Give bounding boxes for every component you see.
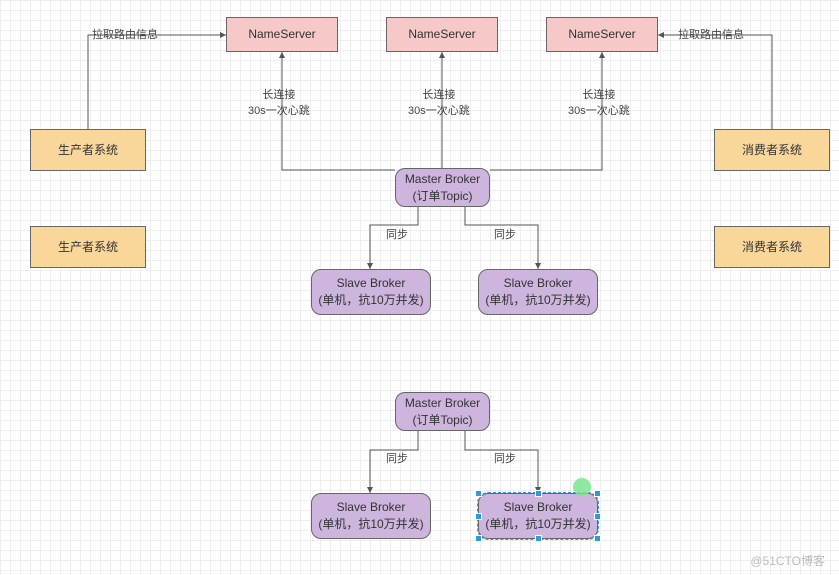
node-label: NameServer bbox=[248, 26, 315, 43]
watermark-text: @51CTO博客 bbox=[750, 552, 825, 569]
edge-label-sync4: 同步 bbox=[494, 450, 516, 466]
node-label: 消费者系统 bbox=[742, 239, 802, 256]
nameserver-node-1[interactable]: NameServer bbox=[226, 17, 338, 52]
edge-label-sync2: 同步 bbox=[494, 226, 516, 242]
node-label: 生产者系统 bbox=[58, 142, 118, 159]
node-label: 生产者系统 bbox=[58, 239, 118, 256]
edge-label-route-right: 拉取路由信息 bbox=[678, 26, 744, 42]
node-label: Slave Broker (单机，抗10万并发) bbox=[485, 499, 590, 533]
node-label: Master Broker (订单Topic) bbox=[405, 395, 480, 429]
consumer-node-1[interactable]: 消费者系统 bbox=[714, 129, 830, 171]
diagram-canvas[interactable]: NameServer NameServer NameServer 生产者系统 生… bbox=[0, 0, 839, 575]
node-label: Slave Broker (单机，抗10万并发) bbox=[318, 275, 423, 309]
resize-handle-s[interactable] bbox=[535, 535, 542, 542]
resize-handle-ne[interactable] bbox=[594, 490, 601, 497]
edge-label-sync3: 同步 bbox=[386, 450, 408, 466]
nameserver-node-3[interactable]: NameServer bbox=[546, 17, 658, 52]
node-label: 消费者系统 bbox=[742, 142, 802, 159]
node-label: NameServer bbox=[568, 26, 635, 43]
producer-node-1[interactable]: 生产者系统 bbox=[30, 129, 146, 171]
slave-broker-2[interactable]: Slave Broker (单机，抗10万并发) bbox=[478, 269, 598, 315]
resize-handle-sw[interactable] bbox=[475, 535, 482, 542]
edge-label-hb2: 长连接 30s一次心跳 bbox=[408, 86, 470, 118]
edge-label-sync1: 同步 bbox=[386, 226, 408, 242]
edge-label-route-left: 拉取路由信息 bbox=[92, 26, 158, 42]
resize-handle-n[interactable] bbox=[535, 490, 542, 497]
resize-handle-e[interactable] bbox=[594, 513, 601, 520]
slave-broker-3[interactable]: Slave Broker (单机，抗10万并发) bbox=[311, 493, 431, 539]
slave-broker-1[interactable]: Slave Broker (单机，抗10万并发) bbox=[311, 269, 431, 315]
resize-handle-w[interactable] bbox=[475, 513, 482, 520]
node-label: Slave Broker (单机，抗10万并发) bbox=[485, 275, 590, 309]
edge-label-hb3: 长连接 30s一次心跳 bbox=[568, 86, 630, 118]
resize-handle-nw[interactable] bbox=[475, 490, 482, 497]
node-label: NameServer bbox=[408, 26, 475, 43]
node-label: Slave Broker (单机，抗10万并发) bbox=[318, 499, 423, 533]
node-label: Master Broker (订单Topic) bbox=[405, 171, 480, 205]
edge-label-hb1: 长连接 30s一次心跳 bbox=[248, 86, 310, 118]
master-broker-1[interactable]: Master Broker (订单Topic) bbox=[395, 168, 490, 207]
consumer-node-2[interactable]: 消费者系统 bbox=[714, 226, 830, 268]
slave-broker-4-selected[interactable]: Slave Broker (单机，抗10万并发) bbox=[478, 493, 598, 539]
producer-node-2[interactable]: 生产者系统 bbox=[30, 226, 146, 268]
nameserver-node-2[interactable]: NameServer bbox=[386, 17, 498, 52]
master-broker-2[interactable]: Master Broker (订单Topic) bbox=[395, 392, 490, 431]
rotation-handle-icon[interactable] bbox=[573, 478, 591, 496]
resize-handle-se[interactable] bbox=[594, 535, 601, 542]
